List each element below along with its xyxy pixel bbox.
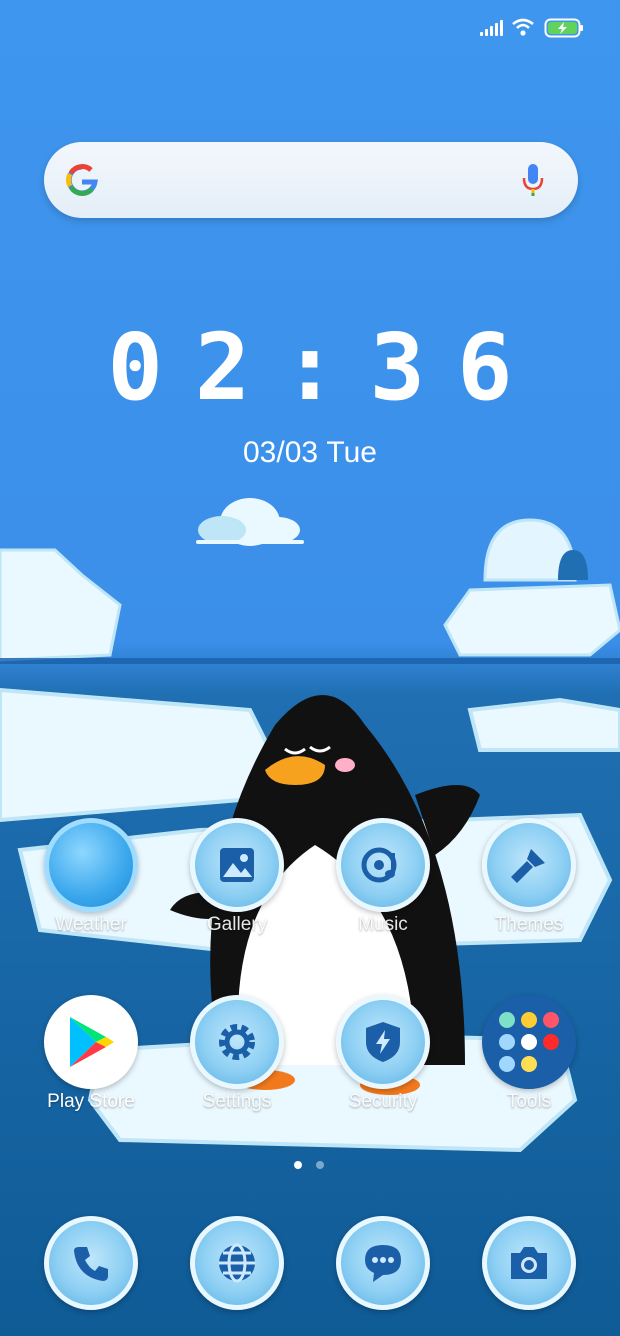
status-bar <box>0 0 620 60</box>
google-logo <box>66 164 98 196</box>
app-label: Music <box>358 914 408 935</box>
gallery-icon <box>190 818 284 912</box>
signal-icon <box>480 20 504 36</box>
wifi-icon <box>512 18 534 36</box>
music-icon <box>336 818 430 912</box>
igloo-illustration <box>443 518 620 657</box>
weather-icon <box>44 818 138 912</box>
app-label: Tools <box>506 1091 552 1112</box>
app-gallery[interactable]: Gallery <box>177 818 297 936</box>
app-label: Gallery <box>206 914 268 935</box>
browser-icon <box>190 1216 284 1310</box>
google-search-bar[interactable] <box>44 142 578 218</box>
dock-phone[interactable] <box>31 1216 151 1310</box>
play-store-icon <box>44 995 138 1089</box>
mic-icon[interactable] <box>521 162 545 198</box>
dock-messages[interactable] <box>323 1216 443 1310</box>
dock-browser[interactable] <box>177 1216 297 1310</box>
clock-widget-time[interactable]: 02:36 <box>0 322 620 414</box>
app-label: Security <box>348 1091 418 1112</box>
app-label: Play Store <box>47 1091 135 1112</box>
themes-icon <box>482 818 576 912</box>
app-label: Themes <box>494 914 564 935</box>
phone-icon <box>44 1216 138 1310</box>
security-icon <box>336 995 430 1089</box>
day-text: Tue <box>326 436 377 469</box>
dock-camera[interactable] <box>469 1216 589 1310</box>
app-tools-folder[interactable]: Tools <box>469 995 589 1113</box>
app-security[interactable]: Security <box>323 995 443 1113</box>
date-text: 03/03 <box>242 436 319 469</box>
dock <box>0 1210 620 1320</box>
page-dot <box>316 1161 324 1169</box>
app-themes[interactable]: Themes <box>469 818 589 936</box>
app-settings[interactable]: Settings <box>177 995 297 1113</box>
tools-folder-icon <box>482 995 576 1089</box>
page-indicator[interactable] <box>294 1161 334 1169</box>
messages-icon <box>336 1216 430 1310</box>
page-dot-active <box>294 1161 302 1169</box>
cloud-illustration <box>196 498 304 546</box>
ice-floe-left <box>0 548 122 662</box>
settings-icon <box>190 995 284 1089</box>
app-label: Weather <box>55 914 127 935</box>
battery-charging-icon <box>544 18 583 38</box>
app-play-store[interactable]: Play Store <box>31 995 151 1113</box>
ice-floes <box>0 687 620 1153</box>
app-weather[interactable]: Weather <box>31 818 151 936</box>
camera-icon <box>482 1216 576 1310</box>
app-music[interactable]: Music <box>323 818 443 936</box>
app-label: Settings <box>202 1091 272 1112</box>
clock-widget-date[interactable]: 03/03 Tue <box>0 436 620 470</box>
